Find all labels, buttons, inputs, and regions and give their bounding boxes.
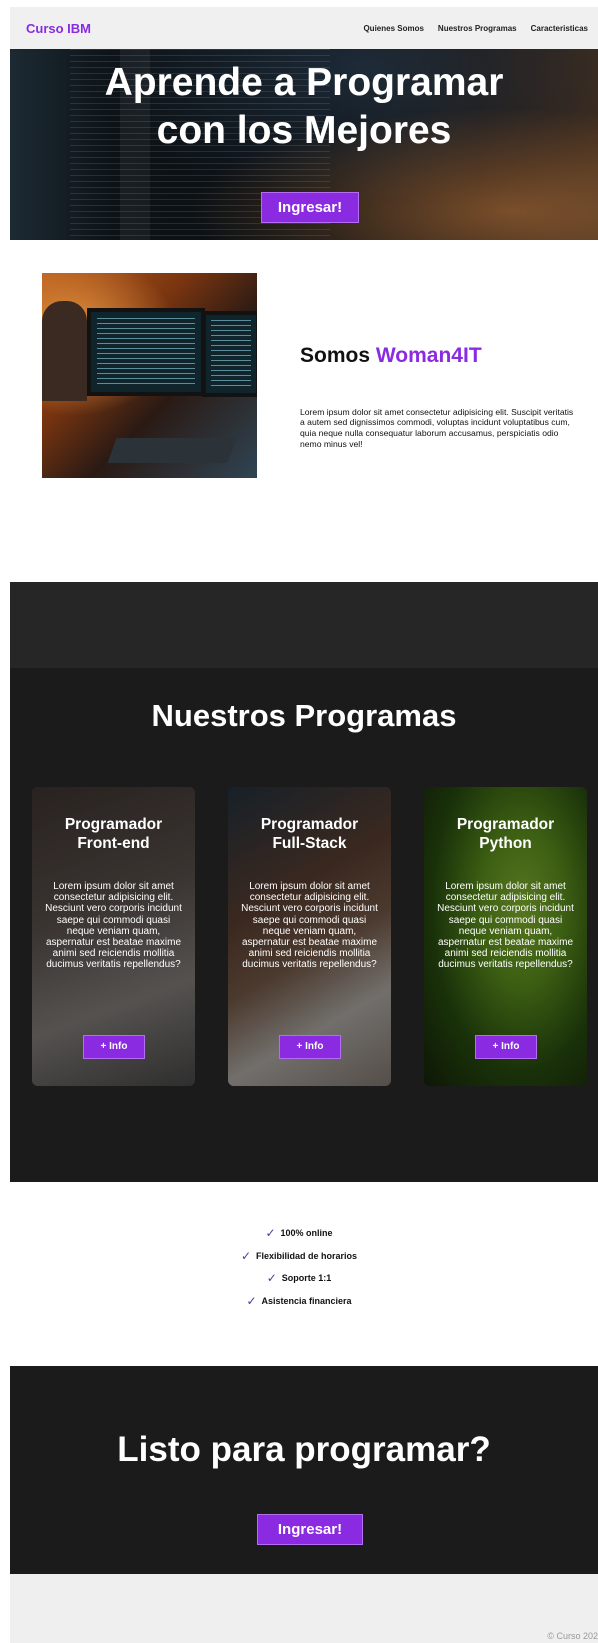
cta-section: Listo para programar? Ingresar! (10, 1366, 598, 1574)
check-icon: ✓ (246, 1293, 257, 1308)
about-image-monitor (87, 308, 205, 396)
check-icon: ✓ (265, 1226, 276, 1241)
nav-links: Quienes Somos Nuestros Programas Caracte… (363, 24, 588, 33)
programs-top-band (10, 582, 598, 668)
program-card-title-line1: Programador (260, 816, 359, 833)
feature-item: ✓ Asistencia financiera (0, 1290, 598, 1313)
check-icon: ✓ (266, 1271, 277, 1286)
brand-logo[interactable]: Curso IBM (26, 21, 91, 36)
about-title-prefix: Somos (300, 344, 371, 367)
nav-link-nuestros-programas[interactable]: Nuestros Programas (438, 24, 517, 33)
check-icon: ✓ (240, 1248, 252, 1263)
program-card-frontend: Programador Front-end Lorem ipsum dolor … (32, 787, 195, 1086)
hero-ingresar-button[interactable]: Ingresar! (261, 192, 359, 223)
program-card-text: Lorem ipsum dolor sit amet consectetur a… (437, 881, 574, 971)
about-title: Somos Woman4IT (300, 344, 482, 368)
about-image (42, 273, 257, 478)
program-card-title: Programador Front-end (32, 815, 195, 853)
feature-item: ✓ 100% online (0, 1222, 598, 1245)
program-card-info-button[interactable]: + Info (83, 1035, 145, 1059)
program-card-info-button[interactable]: + Info (475, 1035, 537, 1059)
about-title-accent: Woman4IT (375, 344, 482, 367)
programs-section: Nuestros Programas Programador Front-end… (10, 582, 598, 1182)
about-image-monitor-secondary (202, 311, 257, 397)
program-card-title: Programador Full-Stack (228, 815, 391, 853)
about-image-person (42, 301, 87, 401)
features-list: ✓ 100% online ✓ Flexibilidad de horarios… (0, 1222, 598, 1312)
hero-title: Aprende a Programar con los Mejores (10, 59, 598, 155)
feature-label: Soporte 1:1 (281, 1273, 332, 1284)
program-card-text: Lorem ipsum dolor sit amet consectetur a… (45, 881, 182, 971)
program-card-text: Lorem ipsum dolor sit amet consectetur a… (241, 881, 378, 971)
feature-label: 100% online (280, 1228, 333, 1239)
feature-item: ✓ Soporte 1:1 (0, 1267, 598, 1290)
programs-title: Nuestros Programas (151, 698, 457, 733)
navbar: Curso IBM Quienes Somos Nuestros Program… (10, 7, 598, 49)
about-image-keyboard (107, 438, 237, 463)
program-card-info-button[interactable]: + Info (279, 1035, 341, 1059)
about-text: Lorem ipsum dolor sit amet consectetur a… (300, 406, 574, 449)
hero-title-line1: Aprende a Programar (104, 61, 504, 104)
program-card-title-line2: Front-end (77, 835, 150, 852)
program-card-title-line1: Programador (64, 816, 163, 833)
program-card-title-line2: Full-Stack (272, 835, 347, 852)
hero-section: Aprende a Programar con los Mejores Ingr… (10, 49, 598, 240)
program-card-python: Programador Python Lorem ipsum dolor sit… (424, 787, 587, 1086)
feature-item: ✓ Flexibilidad de horarios (0, 1245, 598, 1268)
cta-title: Listo para programar? (117, 1430, 491, 1469)
hero-title-line2: con los Mejores (156, 109, 452, 152)
feature-label: Asistencia financiera (261, 1295, 352, 1306)
program-card-title: Programador Python (424, 815, 587, 853)
nav-link-caracteristicas[interactable]: Caracteristicas (531, 24, 588, 33)
footer: © Curso 202 (10, 1574, 598, 1643)
program-card-fullstack: Programador Full-Stack Lorem ipsum dolor… (228, 787, 391, 1086)
program-card-title-line1: Programador (456, 816, 555, 833)
nav-link-quienes-somos[interactable]: Quienes Somos (363, 24, 423, 33)
feature-label: Flexibilidad de horarios (256, 1250, 358, 1261)
cta-ingresar-button[interactable]: Ingresar! (257, 1514, 363, 1545)
footer-copyright: © Curso 202 (547, 1631, 598, 1641)
program-card-title-line2: Python (479, 835, 532, 852)
